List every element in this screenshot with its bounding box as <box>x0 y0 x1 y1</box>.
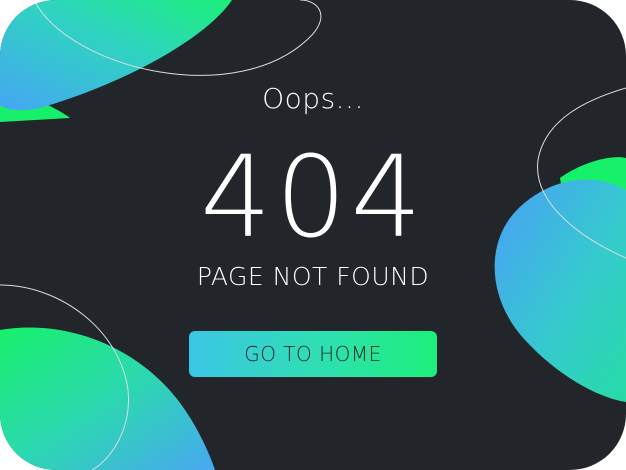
blob-bottom-left <box>0 327 215 470</box>
error-code: 404 <box>200 133 426 263</box>
page-not-found-message: PAGE NOT FOUND <box>196 262 430 291</box>
go-to-home-button[interactable]: GO TO HOME <box>189 331 437 377</box>
error-card: Oops... 404 PAGE NOT FOUND GO TO HOME <box>0 0 626 470</box>
oops-heading: Oops... <box>262 82 364 115</box>
